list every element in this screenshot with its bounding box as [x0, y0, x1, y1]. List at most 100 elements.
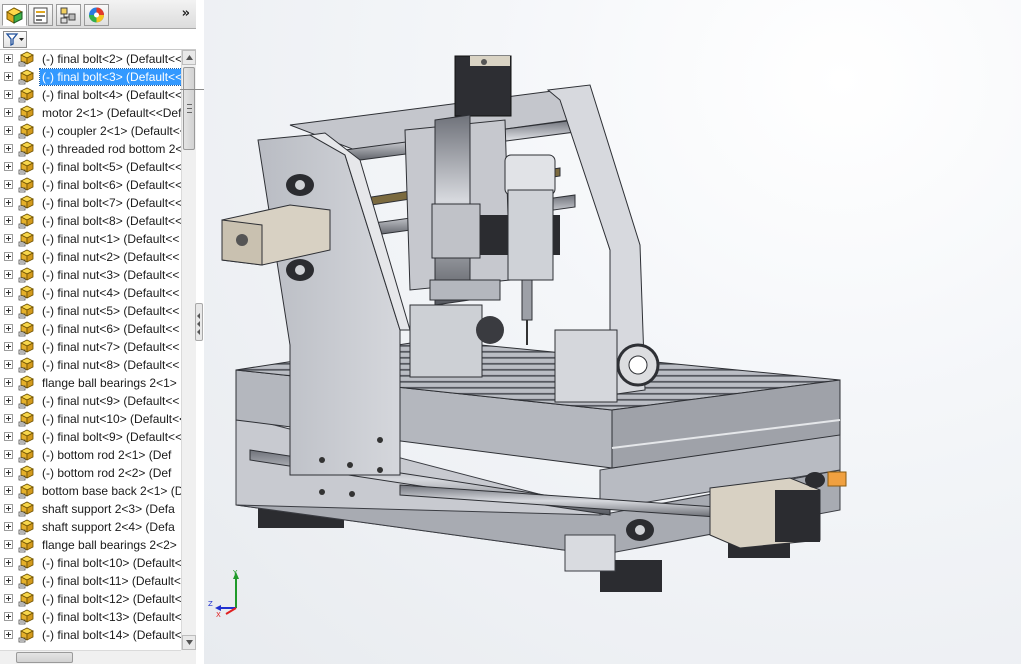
panel-collapse-handle[interactable] — [195, 303, 203, 341]
tree-item[interactable]: (-) final bolt<8> (Default<< — [0, 212, 181, 230]
tree-item-label: (-) bottom rod 2<2> (Def — [42, 466, 172, 480]
expand-toggle-icon[interactable] — [4, 342, 13, 351]
scroll-down-button[interactable] — [182, 635, 196, 650]
expand-panel-arrow[interactable]: » — [182, 6, 190, 21]
horizontal-scroll-thumb[interactable] — [16, 652, 73, 663]
tree-item-label: shaft support 2<3> (Defa — [42, 502, 175, 516]
tree-item[interactable]: (-) final bolt<6> (Default<< — [0, 176, 181, 194]
expand-toggle-icon[interactable] — [4, 468, 13, 477]
feature-manager-tab[interactable] — [2, 4, 27, 26]
part-component-icon — [18, 105, 34, 121]
expand-toggle-icon[interactable] — [4, 522, 13, 531]
tree-item-label: (-) final bolt<2> (Default<< — [42, 52, 181, 66]
tree-item[interactable]: (-) final bolt<12> (Default< — [0, 590, 181, 608]
tree-item[interactable]: (-) final bolt<10> (Default< — [0, 554, 181, 572]
scroll-up-button[interactable] — [182, 50, 196, 65]
expand-toggle-icon[interactable] — [4, 108, 13, 117]
tree-item[interactable]: (-) bottom rod 2<1> (Def — [0, 446, 181, 464]
tree-item[interactable]: shaft support 2<4> (Defa — [0, 518, 181, 536]
tree-item[interactable]: (-) final bolt<13> (Default< — [0, 608, 181, 626]
tree-item-label: (-) threaded rod bottom 2< — [42, 142, 181, 156]
expand-toggle-icon[interactable] — [4, 324, 13, 333]
expand-toggle-icon[interactable] — [4, 594, 13, 603]
expand-toggle-icon[interactable] — [4, 630, 13, 639]
expand-toggle-icon[interactable] — [4, 144, 13, 153]
expand-toggle-icon[interactable] — [4, 270, 13, 279]
tree-item[interactable]: (-) final bolt<9> (Default<< — [0, 428, 181, 446]
expand-toggle-icon[interactable] — [4, 414, 13, 423]
expand-toggle-icon[interactable] — [4, 72, 13, 81]
tree-item[interactable]: (-) final bolt<4> (Default<< — [0, 86, 181, 104]
tree-item[interactable]: (-) final nut<5> (Default<< — [0, 302, 181, 320]
display-manager-tab[interactable] — [84, 4, 109, 26]
tree-item[interactable]: (-) final nut<4> (Default<< — [0, 284, 181, 302]
tree-item[interactable]: (-) final bolt<11> (Default< — [0, 572, 181, 590]
expand-toggle-icon[interactable] — [4, 558, 13, 567]
expand-toggle-icon[interactable] — [4, 90, 13, 99]
expand-toggle-icon[interactable] — [4, 252, 13, 261]
part-component-icon — [18, 285, 34, 301]
expand-toggle-icon[interactable] — [4, 216, 13, 225]
feature-tree: (-) final bolt<2> (Default<< (-) final bo… — [0, 50, 181, 650]
tree-item-label: (-) final nut<6> (Default<< — [42, 322, 180, 336]
graphics-area[interactable]: Y Z X — [204, 0, 1021, 664]
tree-item[interactable]: (-) final nut<3> (Default<< — [0, 266, 181, 284]
expand-toggle-icon[interactable] — [4, 126, 13, 135]
expand-toggle-icon[interactable] — [4, 450, 13, 459]
expand-toggle-icon[interactable] — [4, 612, 13, 621]
expand-toggle-icon[interactable] — [4, 396, 13, 405]
tree-item[interactable]: flange ball bearings 2<1> — [0, 374, 181, 392]
expand-toggle-icon[interactable] — [4, 504, 13, 513]
expand-toggle-icon[interactable] — [4, 288, 13, 297]
expand-toggle-icon[interactable] — [4, 378, 13, 387]
tree-item[interactable]: (-) final nut<7> (Default<< — [0, 338, 181, 356]
tree-vertical-scrollbar[interactable] — [181, 50, 196, 650]
tree-item[interactable]: motor 2<1> (Default<<Defau — [0, 104, 181, 122]
tree-item[interactable]: (-) final nut<6> (Default<< — [0, 320, 181, 338]
tree-item[interactable]: (-) final nut<2> (Default<< — [0, 248, 181, 266]
scrollbar-corner — [181, 650, 196, 664]
expand-toggle-icon[interactable] — [4, 486, 13, 495]
tree-item-label: (-) final bolt<8> (Default<< — [42, 214, 181, 228]
expand-toggle-icon[interactable] — [4, 306, 13, 315]
tree-item[interactable]: (-) coupler 2<1> (Default<< — [0, 122, 181, 140]
tree-item[interactable]: (-) final nut<8> (Default<< — [0, 356, 181, 374]
tree-item[interactable]: flange ball bearings 2<2> — [0, 536, 181, 554]
tree-item[interactable]: (-) final bolt<2> (Default<< — [0, 50, 181, 68]
expand-toggle-icon[interactable] — [4, 576, 13, 585]
expand-toggle-icon[interactable] — [4, 540, 13, 549]
tree-item[interactable]: shaft support 2<3> (Defa — [0, 500, 181, 518]
tree-item[interactable]: (-) final nut<10> (Default<< — [0, 410, 181, 428]
tree-item[interactable]: (-) final bolt<7> (Default<< — [0, 194, 181, 212]
part-component-icon — [18, 429, 34, 445]
part-component-icon — [18, 231, 34, 247]
tree-item-label: (-) final nut<2> (Default<< — [42, 250, 180, 264]
grip-icon — [187, 104, 192, 113]
part-component-icon — [18, 123, 34, 139]
tree-item-label: flange ball bearings 2<1> — [42, 376, 177, 390]
tree-item-label: (-) coupler 2<1> (Default<< — [42, 124, 181, 138]
tree-item-label: (-) final bolt<14> (Default< — [42, 628, 181, 642]
filter-button[interactable] — [3, 31, 27, 48]
tree-item[interactable]: (-) final bolt<3> (Default<< — [0, 68, 181, 86]
tree-item-label: (-) final bolt<12> (Default< — [42, 592, 181, 606]
part-component-icon — [18, 591, 34, 607]
expand-toggle-icon[interactable] — [4, 198, 13, 207]
tree-item[interactable]: (-) bottom rod 2<2> (Def — [0, 464, 181, 482]
expand-toggle-icon[interactable] — [4, 360, 13, 369]
expand-toggle-icon[interactable] — [4, 162, 13, 171]
tree-item[interactable]: (-) threaded rod bottom 2< — [0, 140, 181, 158]
tree-item[interactable]: (-) final bolt<14> (Default< — [0, 626, 181, 644]
expand-toggle-icon[interactable] — [4, 54, 13, 63]
tree-item[interactable]: (-) final bolt<5> (Default<< — [0, 158, 181, 176]
x-axis-label: X — [216, 611, 221, 618]
tree-item[interactable]: (-) final nut<1> (Default<< — [0, 230, 181, 248]
expand-toggle-icon[interactable] — [4, 432, 13, 441]
expand-toggle-icon[interactable] — [4, 234, 13, 243]
expand-toggle-icon[interactable] — [4, 180, 13, 189]
tree-horizontal-scrollbar[interactable] — [0, 650, 181, 664]
property-manager-tab[interactable] — [28, 4, 53, 26]
configuration-manager-tab[interactable] — [56, 4, 81, 26]
tree-item[interactable]: (-) final nut<9> (Default<< — [0, 392, 181, 410]
tree-item[interactable]: bottom base back 2<1> (D — [0, 482, 181, 500]
